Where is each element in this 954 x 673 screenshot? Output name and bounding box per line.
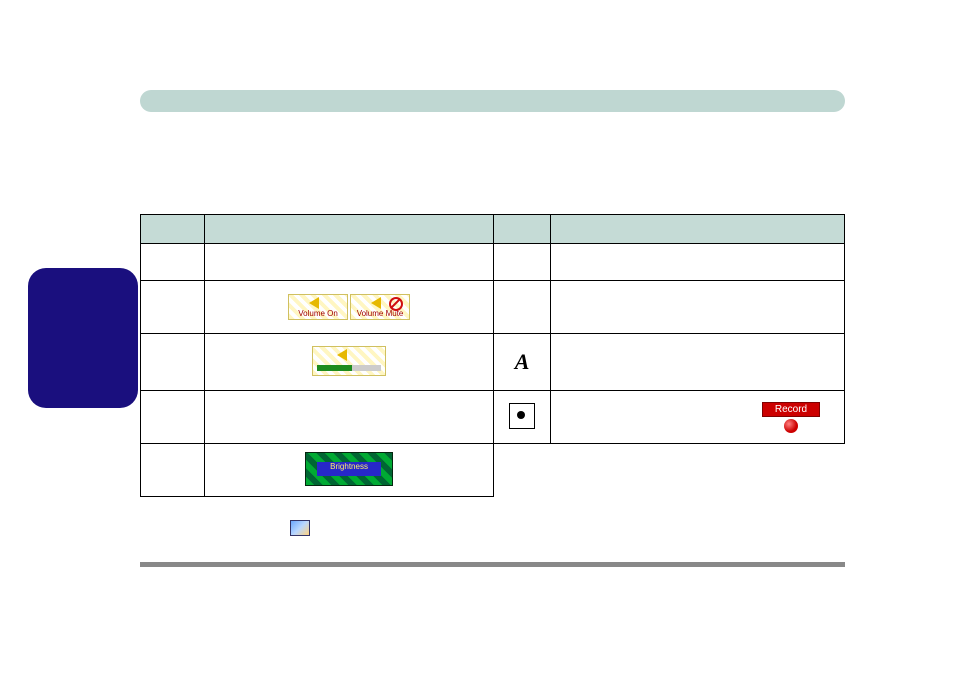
cell	[141, 334, 205, 391]
cell	[550, 244, 844, 281]
cell	[141, 391, 205, 444]
cell	[141, 444, 205, 497]
volume-slider-icon	[312, 346, 386, 376]
volume-mute-icon: Volume Mute	[350, 294, 410, 320]
table-row: Volume On Volume Mute	[141, 281, 845, 334]
table-header-row	[141, 215, 845, 244]
cell-volume-toggle: Volume On Volume Mute	[204, 281, 493, 334]
autorotate-glyph-icon: A	[515, 349, 530, 374]
header-cell-a	[141, 215, 205, 244]
cell	[141, 281, 205, 334]
brightness-osd-label: Brightness	[306, 462, 392, 471]
record-dot-icon	[509, 403, 535, 429]
cell	[550, 281, 844, 334]
table-row	[141, 244, 845, 281]
record-badge-dot-icon	[784, 419, 798, 433]
cell-empty	[550, 444, 844, 497]
cell-record-symbol	[494, 391, 551, 444]
brightness-osd-icon: Brightness	[305, 452, 393, 486]
cell-glyph-a: A	[494, 334, 551, 391]
cell	[141, 244, 205, 281]
icon-caption: Volume On	[298, 309, 338, 318]
cell-empty	[494, 444, 551, 497]
feature-table: Volume On Volume Mute	[140, 214, 845, 497]
cell	[494, 281, 551, 334]
table-row: Record	[141, 391, 845, 444]
header-cell-b	[204, 215, 493, 244]
footer-divider	[140, 562, 845, 567]
cell-brightness: Brightness	[204, 444, 493, 497]
record-badge-icon: Record	[762, 402, 820, 433]
record-badge-label: Record	[762, 402, 820, 417]
sidebar-tab	[28, 268, 138, 408]
header-cell-d	[550, 215, 844, 244]
cell	[204, 244, 493, 281]
cell	[204, 391, 493, 444]
cell	[550, 334, 844, 391]
table-row: Brightness	[141, 444, 845, 497]
table-row: A	[141, 334, 845, 391]
cell	[494, 244, 551, 281]
header-cell-c	[494, 215, 551, 244]
cell-volume-slider	[204, 334, 493, 391]
wallpaper-thumbnail-icon	[290, 520, 310, 536]
volume-on-icon: Volume On	[288, 294, 348, 320]
cell-record-badge: Record	[550, 391, 844, 444]
header-banner	[140, 90, 845, 112]
